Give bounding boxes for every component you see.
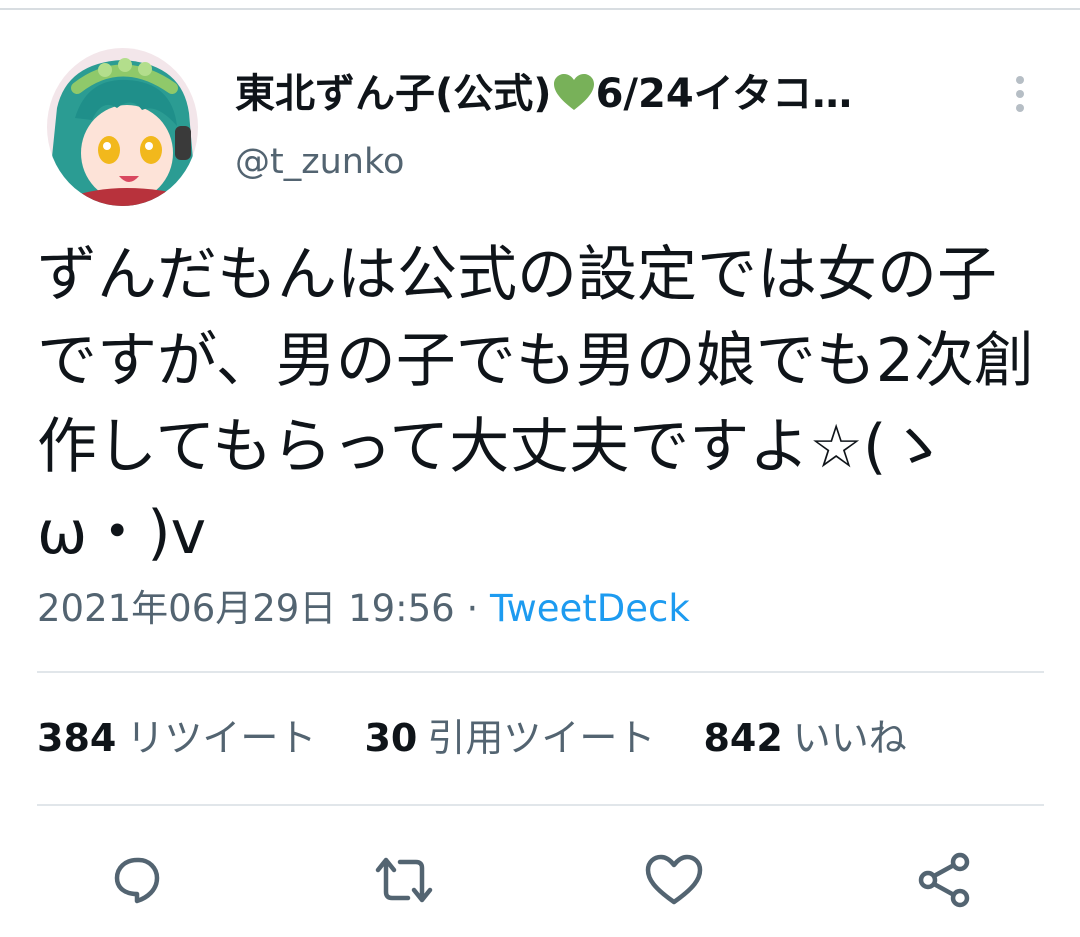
- avatar[interactable]: [47, 48, 198, 206]
- tweet-date[interactable]: 2021年06月29日 19:56: [37, 587, 455, 630]
- quotes-count: 30: [364, 716, 418, 760]
- likes-label: いいね: [792, 716, 907, 760]
- retweet-icon: [375, 857, 433, 903]
- divider: [37, 671, 1044, 673]
- share-button[interactable]: [912, 848, 976, 912]
- tweet-meta: 2021年06月29日 19:56 · TweetDeck: [37, 586, 690, 632]
- heart-icon: [645, 854, 703, 905]
- likes-count: 842: [703, 716, 783, 760]
- author-name: 東北ずん子(公式): [235, 71, 552, 117]
- quotes-label: 引用ツイート: [427, 716, 656, 760]
- divider: [37, 804, 1044, 806]
- author-handle[interactable]: @t_zunko: [235, 140, 404, 184]
- retweets-stat[interactable]: 384 リツイート: [37, 713, 316, 763]
- top-divider: [0, 8, 1080, 10]
- meta-separator: ·: [466, 587, 479, 630]
- more-vertical-icon: [1016, 76, 1024, 112]
- retweets-label: リツイート: [126, 716, 317, 760]
- author-name-suffix: 6/24イタコ…: [595, 71, 853, 117]
- quotes-stat[interactable]: 30 引用ツイート: [364, 713, 655, 763]
- tweet-text: ずんだもんは公式の設定では女の子ですが、男の子でも男の娘でも2次創作してもらって…: [37, 240, 1034, 568]
- tweet-source-link[interactable]: TweetDeck: [490, 587, 690, 630]
- retweet-button[interactable]: [372, 848, 436, 912]
- reply-icon: [114, 857, 160, 904]
- share-icon: [918, 852, 970, 908]
- more-options-button[interactable]: [1004, 72, 1036, 116]
- reply-button[interactable]: [103, 848, 167, 912]
- action-bar: [0, 848, 1080, 912]
- green-heart-emoji: [553, 74, 594, 123]
- retweets-count: 384: [37, 716, 117, 760]
- like-button[interactable]: [642, 848, 706, 912]
- tweet-stats: 384 リツイート 30 引用ツイート 842 いいね: [37, 713, 943, 763]
- avatar-image: [47, 48, 198, 206]
- display-name[interactable]: 東北ずん子(公式) 6/24イタコ…: [235, 70, 925, 123]
- likes-stat[interactable]: 842 いいね: [703, 713, 906, 763]
